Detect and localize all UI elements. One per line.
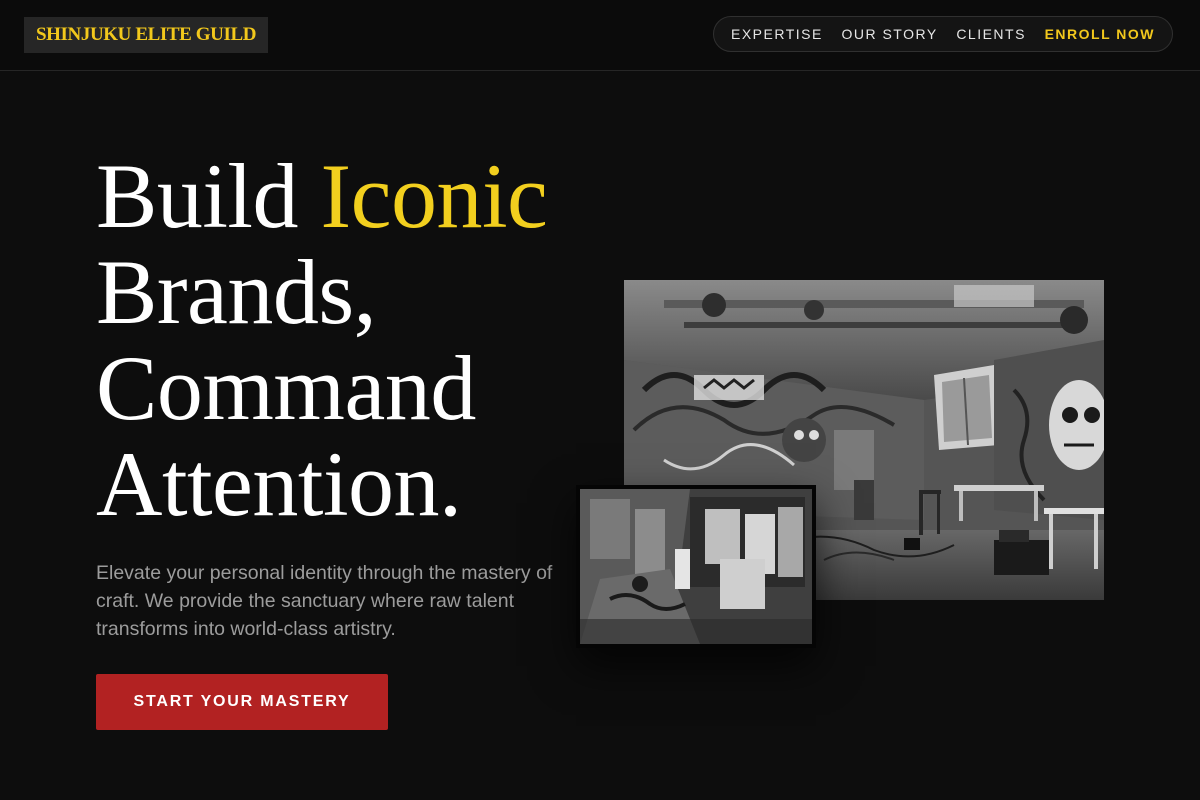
headline-line-2: Brands,: [96, 241, 377, 343]
headline-line-4: Attention.: [96, 433, 462, 535]
headline-line-1: Build Iconic: [96, 145, 548, 247]
studio-photo-secondary: [576, 485, 816, 648]
headline-accent: Iconic: [320, 145, 548, 247]
hero-headline: Build Iconic Brands, Command Attention.: [96, 145, 548, 535]
site-header: SHINJUKU ELITE GUILD EXPERTISE OUR STORY…: [0, 0, 1200, 71]
nav-item-expertise[interactable]: EXPERTISE: [731, 26, 823, 42]
nav-item-our-story[interactable]: OUR STORY: [841, 26, 937, 42]
nav-item-clients[interactable]: CLIENTS: [956, 26, 1026, 42]
start-mastery-button[interactable]: START YOUR MASTERY: [96, 674, 388, 730]
brand-logo[interactable]: SHINJUKU ELITE GUILD: [24, 17, 269, 53]
main-nav: EXPERTISE OUR STORY CLIENTS ENROLL NOW: [713, 16, 1173, 52]
hero-subtext: Elevate your personal identity through t…: [96, 562, 553, 640]
headline-line-3: Command: [96, 337, 476, 439]
headline-text: Build: [96, 145, 321, 247]
enroll-now-link[interactable]: ENROLL NOW: [1045, 26, 1155, 42]
